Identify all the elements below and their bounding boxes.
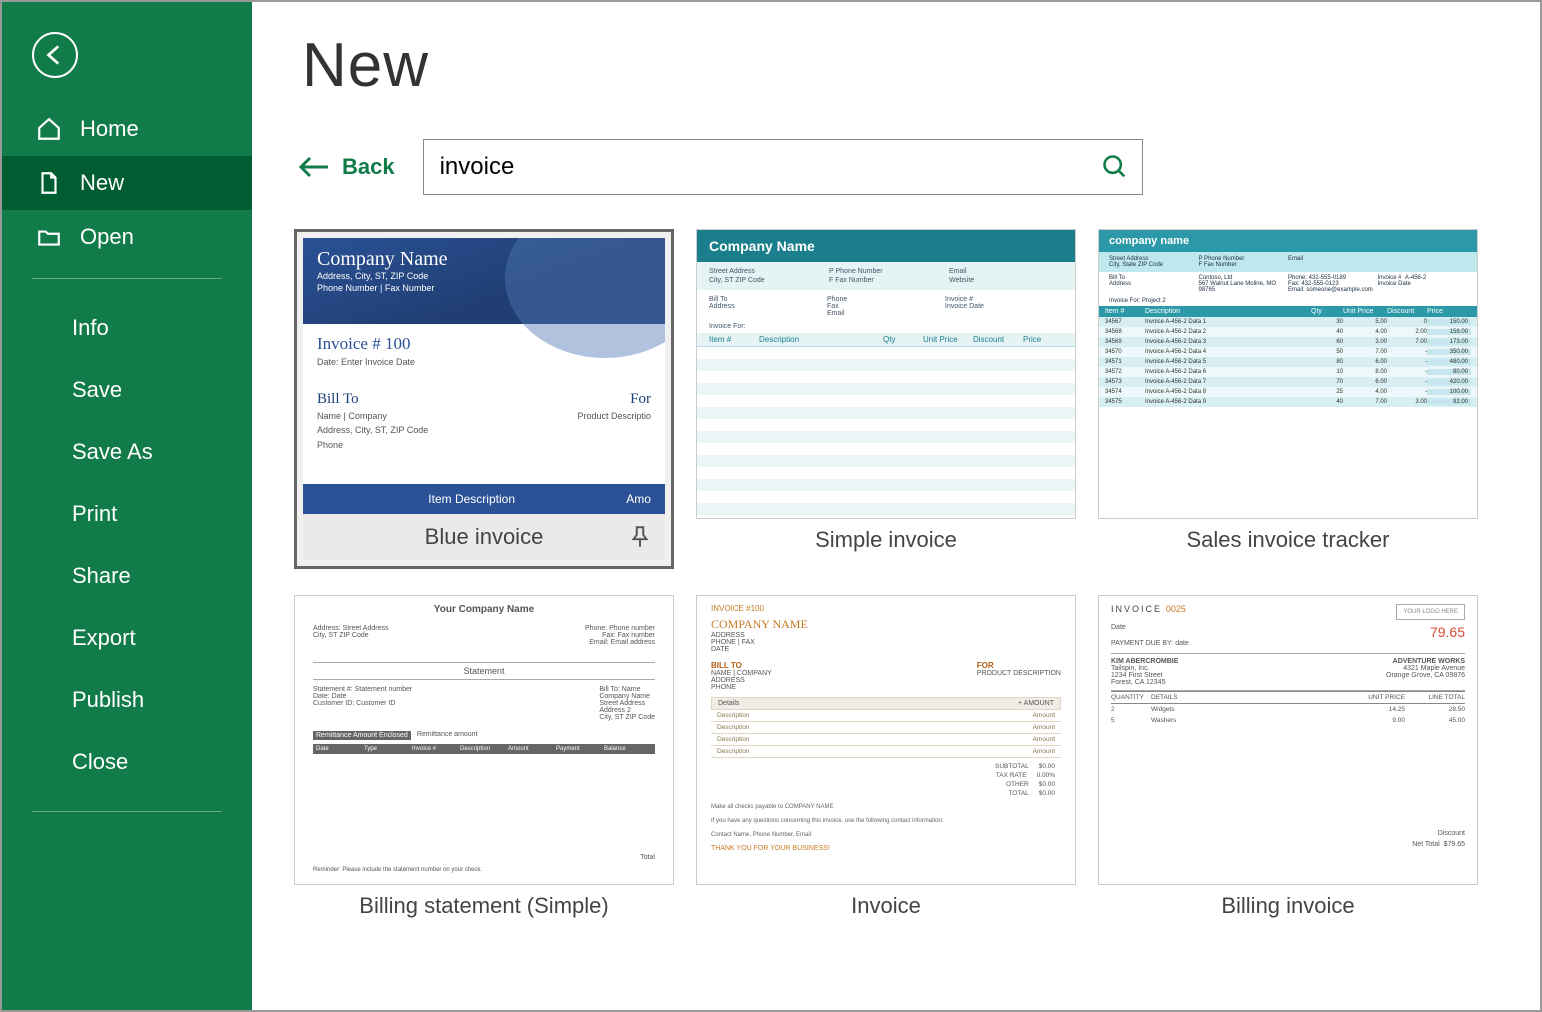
- template-billing-statement-simple[interactable]: Your Company Name Address: Street Addres…: [294, 595, 674, 919]
- template-caption: Billing statement (Simple): [359, 893, 608, 919]
- template-caption: Billing invoice: [1221, 893, 1354, 919]
- nav-sub-group: Info Save Save As Print Share Export Pub…: [2, 289, 252, 793]
- template-simple-invoice[interactable]: Company Name Street AddressP Phone Numbe…: [696, 229, 1076, 569]
- nav-label: Save As: [72, 439, 153, 465]
- nav-label: Close: [72, 749, 128, 775]
- nav-new[interactable]: New: [2, 156, 252, 210]
- template-thumbnail: company name Street AddressP Phone Numbe…: [1098, 229, 1478, 519]
- nav-label: Save: [72, 377, 122, 403]
- nav-label: Export: [72, 625, 136, 651]
- nav-close[interactable]: Close: [2, 731, 252, 793]
- template-caption: Sales invoice tracker: [1187, 527, 1390, 553]
- nav-save[interactable]: Save: [2, 359, 252, 421]
- template-billing-invoice[interactable]: INVOICE 0025 YOUR LOGO HERE Date79.65 PA…: [1098, 595, 1478, 919]
- nav-home[interactable]: Home: [2, 102, 252, 156]
- nav-label: Print: [72, 501, 117, 527]
- page-title: New: [302, 30, 1498, 101]
- home-icon: [36, 116, 62, 142]
- backstage-sidebar: Home New Open Info Save Save As Print Sh…: [2, 2, 252, 1010]
- back-button[interactable]: [32, 32, 78, 78]
- nav-label: Publish: [72, 687, 144, 713]
- search-icon[interactable]: [1097, 149, 1133, 185]
- nav-divider: [32, 811, 222, 812]
- nav-divider: [32, 278, 222, 279]
- template-thumbnail: INVOICE #100 COMPANY NAME ADDRESSPHONE |…: [696, 595, 1076, 885]
- template-grid: Company Name Address, City, ST, ZIP Code…: [294, 229, 1498, 919]
- main-content: New Back Company Name Address, City, ST,…: [252, 2, 1540, 1010]
- search-input[interactable]: [423, 139, 1143, 195]
- nav-label: New: [80, 170, 124, 196]
- nav-share[interactable]: Share: [2, 545, 252, 607]
- search-back-link[interactable]: Back: [298, 154, 395, 180]
- new-icon: [36, 170, 62, 196]
- tracker-rows: 34567Invoice A-456-2 Data 1305.000150.00…: [1099, 317, 1477, 407]
- template-blue-invoice[interactable]: Company Name Address, City, ST, ZIP Code…: [294, 229, 674, 569]
- template-thumbnail: Company Name Address, City, ST, ZIP Code…: [294, 229, 674, 569]
- template-thumbnail: INVOICE 0025 YOUR LOGO HERE Date79.65 PA…: [1098, 595, 1478, 885]
- pin-icon[interactable]: [627, 524, 653, 550]
- back-label: Back: [342, 154, 395, 180]
- nav-label: Info: [72, 315, 109, 341]
- nav-label: Open: [80, 224, 134, 250]
- nav-label: Share: [72, 563, 131, 589]
- search-wrap: [423, 139, 1143, 195]
- nav-label: Home: [80, 116, 139, 142]
- template-invoice[interactable]: INVOICE #100 COMPANY NAME ADDRESSPHONE |…: [696, 595, 1076, 919]
- open-icon: [36, 224, 62, 250]
- template-caption: Invoice: [851, 893, 921, 919]
- template-caption: Simple invoice: [815, 527, 957, 553]
- nav-print[interactable]: Print: [2, 483, 252, 545]
- thumb-company: Company Name: [317, 248, 651, 271]
- template-caption-bar: Blue invoice: [303, 514, 665, 560]
- nav-open[interactable]: Open: [2, 210, 252, 264]
- template-sales-invoice-tracker[interactable]: company name Street AddressP Phone Numbe…: [1098, 229, 1478, 569]
- nav-saveas[interactable]: Save As: [2, 421, 252, 483]
- template-caption: Blue invoice: [425, 524, 544, 550]
- nav-publish[interactable]: Publish: [2, 669, 252, 731]
- search-row: Back: [298, 139, 1498, 195]
- template-thumbnail: Your Company Name Address: Street Addres…: [294, 595, 674, 885]
- nav-export[interactable]: Export: [2, 607, 252, 669]
- template-thumbnail: Company Name Street AddressP Phone Numbe…: [696, 229, 1076, 519]
- nav-info[interactable]: Info: [2, 297, 252, 359]
